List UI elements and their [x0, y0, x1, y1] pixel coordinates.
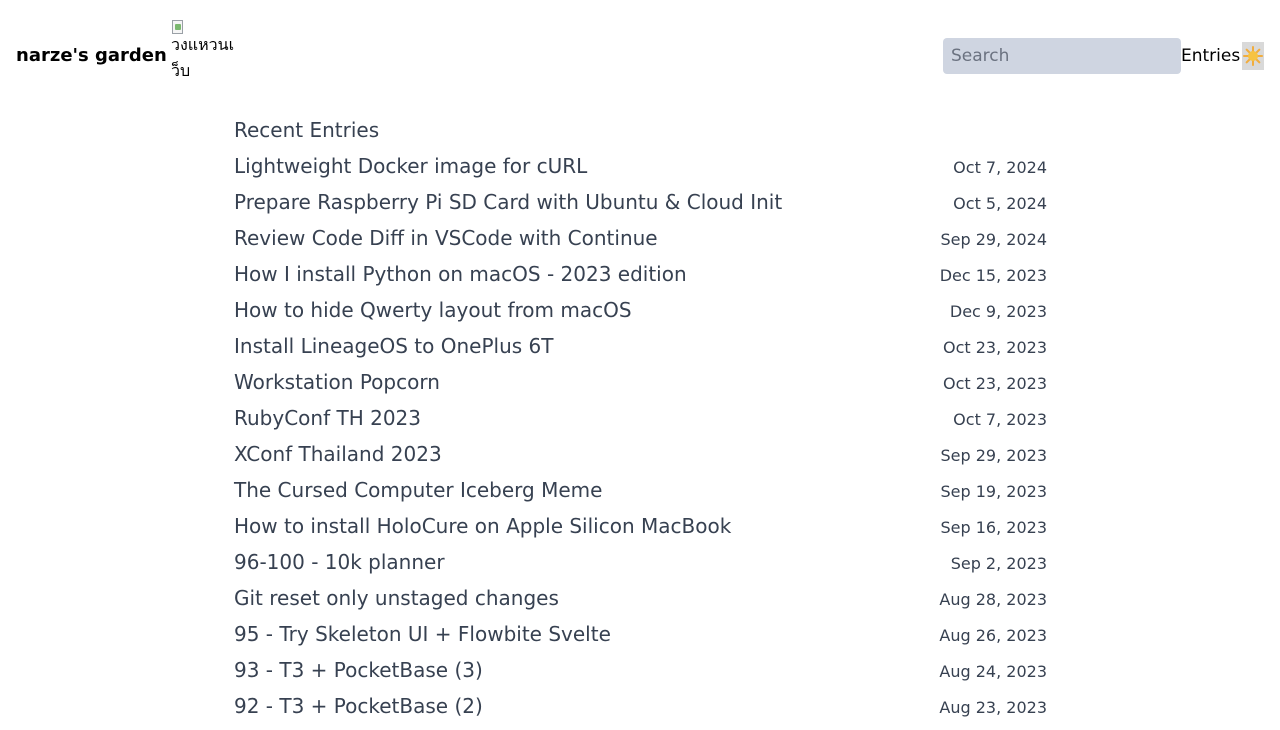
entry-row: Install LineageOS to OnePlus 6T Oct 23, 2…: [234, 334, 1047, 370]
entry-title-link[interactable]: 95 - Try Skeleton UI + Flowbite Svelte: [234, 622, 611, 646]
entry-date: Aug 26, 2023: [939, 626, 1047, 645]
entry-row: RubyConf TH 2023 Oct 7, 2023: [234, 406, 1047, 442]
entry-date: Oct 7, 2023: [953, 410, 1047, 429]
entry-title-link[interactable]: How to install HoloCure on Apple Silicon…: [234, 514, 731, 538]
entry-date: Sep 29, 2023: [940, 446, 1048, 465]
entry-title-link[interactable]: Install LineageOS to OnePlus 6T: [234, 334, 553, 358]
entry-title-link[interactable]: Lightweight Docker image for cURL: [234, 154, 587, 178]
site-header: narze's garden วงแหวนเว็บ Entries: [0, 0, 1280, 112]
entry-title-link[interactable]: 92 - T3 + PocketBase (2): [234, 694, 483, 718]
entry-date: Sep 29, 2024: [940, 230, 1048, 249]
entry-title-link[interactable]: Workstation Popcorn: [234, 370, 440, 394]
site-title-link[interactable]: narze's garden: [16, 44, 167, 68]
entry-title-link[interactable]: How I install Python on macOS - 2023 edi…: [234, 262, 687, 286]
webring-alt-text: วงแหวนเว็บ: [171, 35, 235, 80]
entry-title-link[interactable]: RubyConf TH 2023: [234, 406, 421, 430]
entry-row: How to install HoloCure on Apple Silicon…: [234, 514, 1047, 550]
broken-image-icon: [171, 20, 187, 36]
entry-title-link[interactable]: 96-100 - 10k planner: [234, 550, 445, 574]
entry-row: XConf Thailand 2023 Sep 29, 2023: [234, 442, 1047, 478]
entry-date: Aug 23, 2023: [939, 698, 1047, 717]
entry-row: Review Code Diff in VSCode with Continue…: [234, 226, 1047, 262]
entry-row: 93 - T3 + PocketBase (3) Aug 24, 2023: [234, 658, 1047, 694]
entry-row: 95 - Try Skeleton UI + Flowbite Svelte Au…: [234, 622, 1047, 658]
entry-row: Workstation Popcorn Oct 23, 2023: [234, 370, 1047, 406]
entry-date: Sep 19, 2023: [940, 482, 1048, 501]
entry-row: Lightweight Docker image for cURL Oct 7, …: [234, 154, 1047, 190]
theme-toggle-button[interactable]: [1242, 42, 1264, 70]
entry-row: The Cursed Computer Iceberg Meme Sep 19, …: [234, 478, 1047, 514]
entry-date: Oct 23, 2023: [943, 338, 1047, 357]
entry-title-link[interactable]: Git reset only unstaged changes: [234, 586, 559, 610]
entry-row: How to hide Qwerty layout from macOS Dec …: [234, 298, 1047, 334]
entry-list: Lightweight Docker image for cURL Oct 7, …: [234, 154, 1047, 730]
search-input[interactable]: [943, 38, 1181, 74]
entry-title-link[interactable]: XConf Thailand 2023: [234, 442, 442, 466]
entry-row: 96-100 - 10k planner Sep 2, 2023: [234, 550, 1047, 586]
entry-title-link[interactable]: Prepare Raspberry Pi SD Card with Ubuntu…: [234, 190, 782, 214]
nav-entries-link[interactable]: Entries: [1181, 45, 1240, 67]
entry-title-link[interactable]: 93 - T3 + PocketBase (3): [234, 658, 483, 682]
entry-row: Prepare Raspberry Pi SD Card with Ubuntu…: [234, 190, 1047, 226]
entry-date: Oct 23, 2023: [943, 374, 1047, 393]
entry-date: Sep 2, 2023: [950, 554, 1047, 573]
entry-title-link[interactable]: The Cursed Computer Iceberg Meme: [234, 478, 602, 502]
webring-link[interactable]: วงแหวนเว็บ: [171, 20, 235, 84]
entry-date: Dec 9, 2023: [949, 302, 1047, 321]
section-title: Recent Entries: [234, 118, 380, 142]
entry-date: Aug 28, 2023: [939, 590, 1047, 609]
entry-date: Oct 7, 2024: [953, 158, 1047, 177]
sun-icon: [1243, 46, 1263, 66]
entry-title-link[interactable]: How to hide Qwerty layout from macOS: [234, 298, 632, 322]
entry-row: How I install Python on macOS - 2023 edi…: [234, 262, 1047, 298]
entry-title-link[interactable]: Review Code Diff in VSCode with Continue: [234, 226, 658, 250]
entry-date: Aug 24, 2023: [939, 662, 1047, 681]
entry-date: Dec 15, 2023: [939, 266, 1047, 285]
entry-row: Git reset only unstaged changes Aug 28, 2…: [234, 586, 1047, 622]
entry-date: Oct 5, 2024: [953, 194, 1047, 213]
main-content: Recent Entries Lightweight Docker image …: [234, 118, 1047, 730]
entry-date: Sep 16, 2023: [940, 518, 1048, 537]
entry-row: 92 - T3 + PocketBase (2) Aug 23, 2023: [234, 694, 1047, 730]
